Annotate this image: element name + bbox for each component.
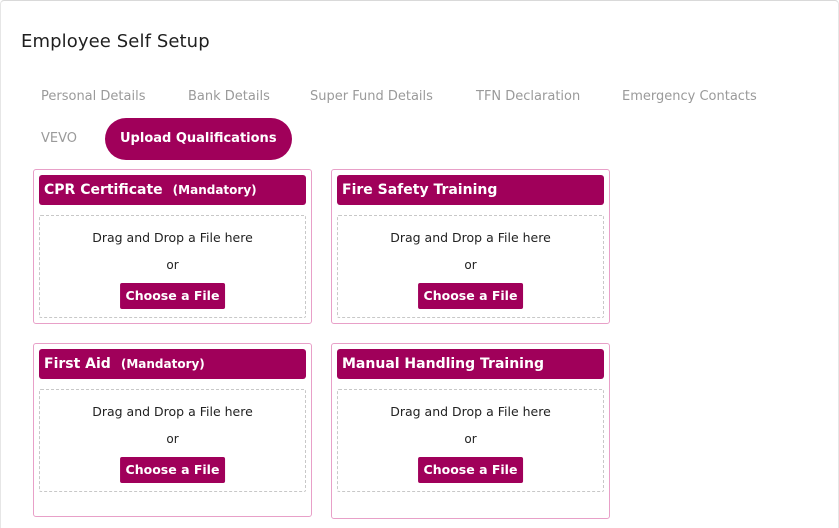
choose-file-button[interactable]: Choose a File bbox=[119, 283, 226, 309]
card-header: First Aid (Mandatory) bbox=[39, 349, 306, 379]
drop-or-label: or bbox=[464, 432, 477, 446]
card-header: Manual Handling Training bbox=[337, 349, 604, 379]
choose-file-button[interactable]: Choose a File bbox=[417, 283, 524, 309]
file-drop-zone[interactable]: Drag and Drop a File here or Choose a Fi… bbox=[337, 215, 604, 318]
drop-or-label: or bbox=[464, 258, 477, 272]
tab-vevo[interactable]: VEVO bbox=[41, 129, 77, 149]
qualification-card-manual-handling-training: Manual Handling Training Drag and Drop a… bbox=[331, 343, 610, 519]
qualification-card-fire-safety-training: Fire Safety Training Drag and Drop a Fil… bbox=[331, 169, 610, 324]
tab-super-fund-details[interactable]: Super Fund Details bbox=[310, 87, 433, 107]
drop-instruction: Drag and Drop a File here bbox=[92, 230, 253, 245]
file-drop-zone[interactable]: Drag and Drop a File here or Choose a Fi… bbox=[39, 389, 306, 492]
choose-file-button[interactable]: Choose a File bbox=[119, 457, 226, 483]
page-title: Employee Self Setup bbox=[21, 31, 210, 52]
tab-personal-details[interactable]: Personal Details bbox=[41, 87, 145, 107]
page-frame: Employee Self Setup Personal Details Ban… bbox=[0, 0, 839, 528]
tab-bank-details[interactable]: Bank Details bbox=[188, 87, 270, 107]
tab-upload-qualifications[interactable]: Upload Qualifications bbox=[105, 118, 292, 160]
card-title: First Aid bbox=[44, 356, 111, 372]
card-title: Fire Safety Training bbox=[342, 182, 498, 198]
drop-instruction: Drag and Drop a File here bbox=[390, 230, 551, 245]
mandatory-badge: (Mandatory) bbox=[120, 357, 205, 371]
qualification-card-cpr-certificate: CPR Certificate (Mandatory) Drag and Drop… bbox=[33, 169, 312, 324]
card-title: Manual Handling Training bbox=[342, 356, 544, 372]
card-header: Fire Safety Training bbox=[337, 175, 604, 205]
tab-tfn-declaration[interactable]: TFN Declaration bbox=[476, 87, 580, 107]
drop-or-label: or bbox=[166, 432, 179, 446]
card-title: CPR Certificate bbox=[44, 182, 163, 198]
file-drop-zone[interactable]: Drag and Drop a File here or Choose a Fi… bbox=[337, 389, 604, 492]
qualification-card-first-aid: First Aid (Mandatory) Drag and Drop a Fil… bbox=[33, 343, 312, 517]
card-header: CPR Certificate (Mandatory) bbox=[39, 175, 306, 205]
tab-emergency-contacts[interactable]: Emergency Contacts bbox=[622, 87, 757, 107]
file-drop-zone[interactable]: Drag and Drop a File here or Choose a Fi… bbox=[39, 215, 306, 318]
mandatory-badge: (Mandatory) bbox=[172, 183, 257, 197]
drop-or-label: or bbox=[166, 258, 179, 272]
choose-file-button[interactable]: Choose a File bbox=[417, 457, 524, 483]
drop-instruction: Drag and Drop a File here bbox=[92, 404, 253, 419]
drop-instruction: Drag and Drop a File here bbox=[390, 404, 551, 419]
